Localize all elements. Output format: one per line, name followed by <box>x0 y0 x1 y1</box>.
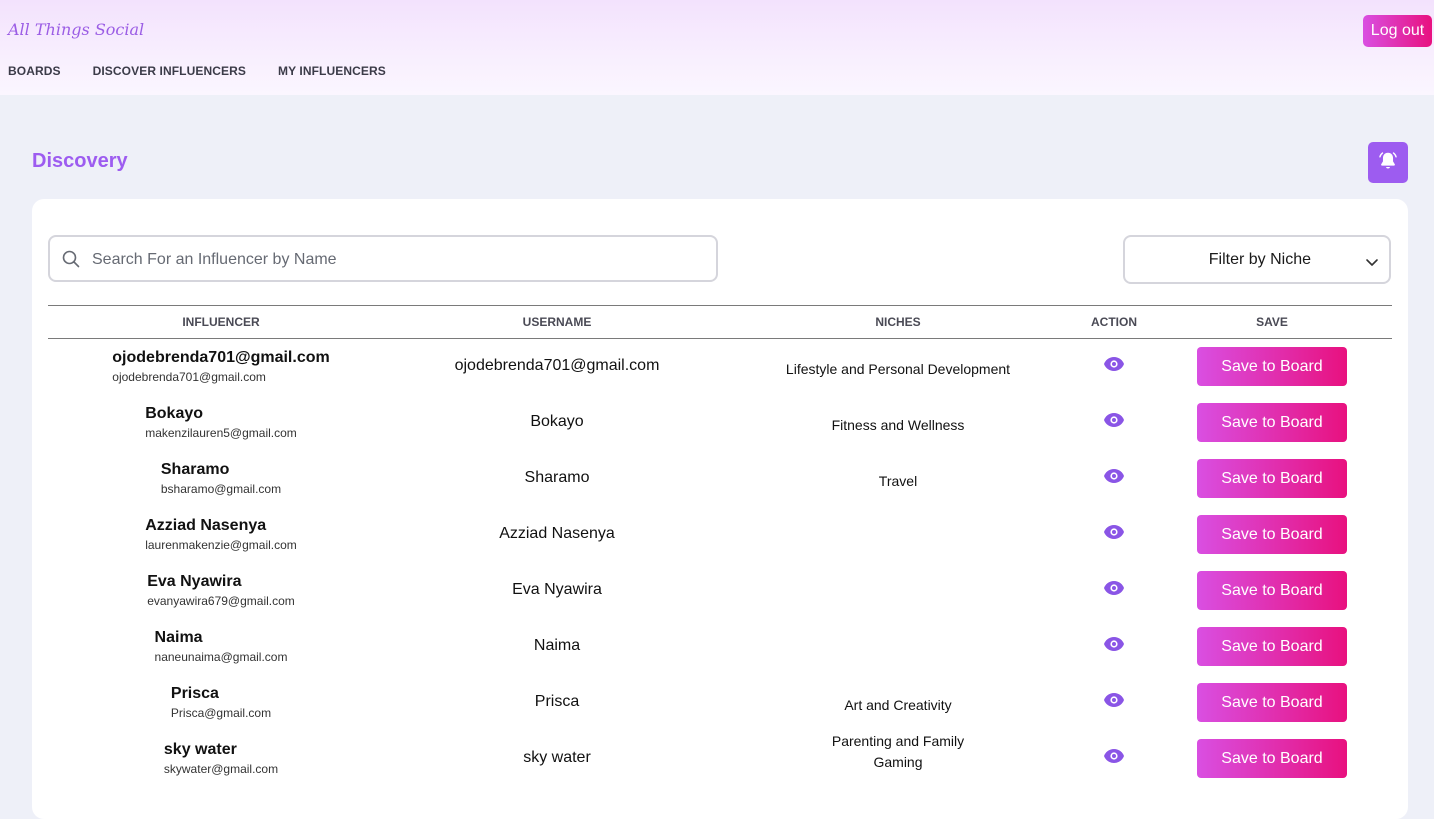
influencer-cell: Prisca Prisca@gmail.com <box>171 685 271 720</box>
niche-tag: Lifestyle and Personal Development <box>785 361 1011 377</box>
influencer-name[interactable]: Eva Nyawira <box>147 573 295 591</box>
brand-logo-text[interactable]: All Things Social <box>8 20 144 39</box>
discovery-card: Filter by Niche INFLUENCER USERNAME NICH… <box>32 199 1408 819</box>
save-to-board-button[interactable]: Save to Board <box>1197 571 1347 610</box>
influencer-email: evanyawira679@gmail.com <box>147 594 295 608</box>
niche-tag: Fitness and Wellness <box>831 417 965 433</box>
nav-discover-influencers[interactable]: DISCOVER INFLUENCERS <box>93 64 246 78</box>
save-to-board-button[interactable]: Save to Board <box>1197 403 1347 442</box>
influencer-name[interactable]: Naima <box>155 629 288 647</box>
logout-button[interactable]: Log out <box>1363 15 1432 47</box>
username-cell: sky water <box>523 749 591 766</box>
view-eye-icon[interactable] <box>1103 524 1125 545</box>
influencer-cell: Azziad Nasenya laurenmakenzie@gmail.com <box>145 517 297 552</box>
influencer-email: bsharamo@gmail.com <box>160 482 282 496</box>
column-header-action: ACTION <box>1091 315 1137 329</box>
table-row: Naima naneunaima@gmail.com Naima Save to Bo… <box>48 619 1392 675</box>
influencer-table: INFLUENCER USERNAME NICHES ACTION SAVE o… <box>48 305 1392 787</box>
influencer-name[interactable]: Prisca <box>171 685 271 703</box>
table-header: INFLUENCER USERNAME NICHES ACTION SAVE <box>48 305 1392 339</box>
influencer-cell: Bokayo makenzilauren5@gmail.com <box>145 405 297 440</box>
table-row: Prisca Prisca@gmail.com Prisca Art and Crea… <box>48 675 1392 731</box>
search-box <box>48 235 718 282</box>
influencer-email: ojodebrenda701@gmail.com <box>112 370 266 384</box>
influencer-email: skywater@gmail.com <box>163 762 279 776</box>
table-row: Eva Nyawira evanyawira679@gmail.com Eva Ny… <box>48 563 1392 619</box>
table-row: Sharamo bsharamo@gmail.com Sharamo Travel Sa… <box>48 451 1392 507</box>
save-to-board-button[interactable]: Save to Board <box>1197 739 1347 778</box>
page-title: Discovery <box>32 150 128 172</box>
niche-tag: Art and Creativity <box>844 697 952 713</box>
search-input[interactable] <box>90 237 704 282</box>
bell-icon <box>1377 150 1399 175</box>
view-eye-icon[interactable] <box>1103 580 1125 601</box>
table-body: ojodebrenda701@gmail.com ojodebrenda701@g… <box>48 339 1392 787</box>
niche-tag: Gaming <box>873 754 923 770</box>
table-row: ojodebrenda701@gmail.com ojodebrenda701@g… <box>48 339 1392 395</box>
view-eye-icon[interactable] <box>1103 356 1125 377</box>
niches-cell: Travel <box>879 471 917 492</box>
influencer-name[interactable]: Sharamo <box>161 461 281 479</box>
username-cell: Bokayo <box>530 413 584 430</box>
influencer-cell: Eva Nyawira evanyawira679@gmail.com <box>147 573 295 608</box>
influencer-name[interactable]: Azziad Nasenya <box>145 517 297 535</box>
table-row: Bokayo makenzilauren5@gmail.com Bokayo Fitn… <box>48 395 1392 451</box>
influencer-name[interactable]: sky water <box>164 741 278 759</box>
username-cell: Sharamo <box>524 469 590 486</box>
influencer-cell: Sharamo bsharamo@gmail.com <box>161 461 281 496</box>
influencer-name[interactable]: Bokayo <box>145 405 297 423</box>
niches-cell: Art and Creativity <box>844 695 951 716</box>
niche-tag: Parenting and Family <box>831 733 965 749</box>
view-eye-icon[interactable] <box>1103 412 1125 433</box>
view-eye-icon[interactable] <box>1103 692 1125 713</box>
table-row: Azziad Nasenya laurenmakenzie@gmail.com Az… <box>48 507 1392 563</box>
niche-filter-select[interactable]: Filter by Niche <box>1123 235 1391 284</box>
influencer-email: makenzilauren5@gmail.com <box>145 426 297 440</box>
view-eye-icon[interactable] <box>1103 468 1125 489</box>
save-to-board-button[interactable]: Save to Board <box>1197 515 1347 554</box>
top-header: All Things Social Log out BOARDS DISCOVE… <box>0 0 1434 95</box>
main-nav: BOARDS DISCOVER INFLUENCERS MY INFLUENCE… <box>8 64 386 78</box>
influencer-cell: ojodebrenda701@gmail.com ojodebrenda701@g… <box>112 349 329 384</box>
niches-cell: Lifestyle and Personal Development <box>786 359 1010 380</box>
username-cell: Eva Nyawira <box>512 581 602 598</box>
save-to-board-button[interactable]: Save to Board <box>1197 459 1347 498</box>
nav-boards[interactable]: BOARDS <box>8 64 61 78</box>
influencer-name[interactable]: ojodebrenda701@gmail.com <box>112 349 329 367</box>
view-eye-icon[interactable] <box>1103 748 1125 769</box>
influencer-email: naneunaima@gmail.com <box>154 650 288 664</box>
search-icon <box>62 250 80 273</box>
influencer-email: Prisca@gmail.com <box>170 706 272 720</box>
username-cell: Prisca <box>534 693 580 710</box>
view-eye-icon[interactable] <box>1103 636 1125 657</box>
save-to-board-button[interactable]: Save to Board <box>1197 627 1347 666</box>
save-to-board-button[interactable]: Save to Board <box>1197 683 1347 722</box>
niche-tag: Travel <box>878 473 918 489</box>
influencer-email: laurenmakenzie@gmail.com <box>145 538 297 552</box>
niches-cell: Parenting and Family Gaming <box>832 731 964 773</box>
nav-my-influencers[interactable]: MY INFLUENCERS <box>278 64 386 78</box>
notifications-button[interactable] <box>1368 142 1408 183</box>
save-to-board-button[interactable]: Save to Board <box>1197 347 1347 386</box>
username-cell: ojodebrenda701@gmail.com <box>454 357 660 374</box>
niches-cell: Fitness and Wellness <box>832 415 965 436</box>
username-cell: Naima <box>533 637 581 654</box>
column-header-influencer: INFLUENCER <box>182 315 260 329</box>
username-cell: Azziad Nasenya <box>499 525 615 542</box>
influencer-cell: Naima naneunaima@gmail.com <box>155 629 288 664</box>
table-row: sky water skywater@gmail.com sky water Pare… <box>48 731 1392 787</box>
column-header-save: SAVE <box>1256 315 1288 329</box>
chevron-down-icon <box>1365 255 1379 273</box>
column-header-username: USERNAME <box>522 315 592 329</box>
column-header-niches: NICHES <box>875 315 921 329</box>
niche-filter-label: Filter by Niche <box>1208 251 1311 268</box>
